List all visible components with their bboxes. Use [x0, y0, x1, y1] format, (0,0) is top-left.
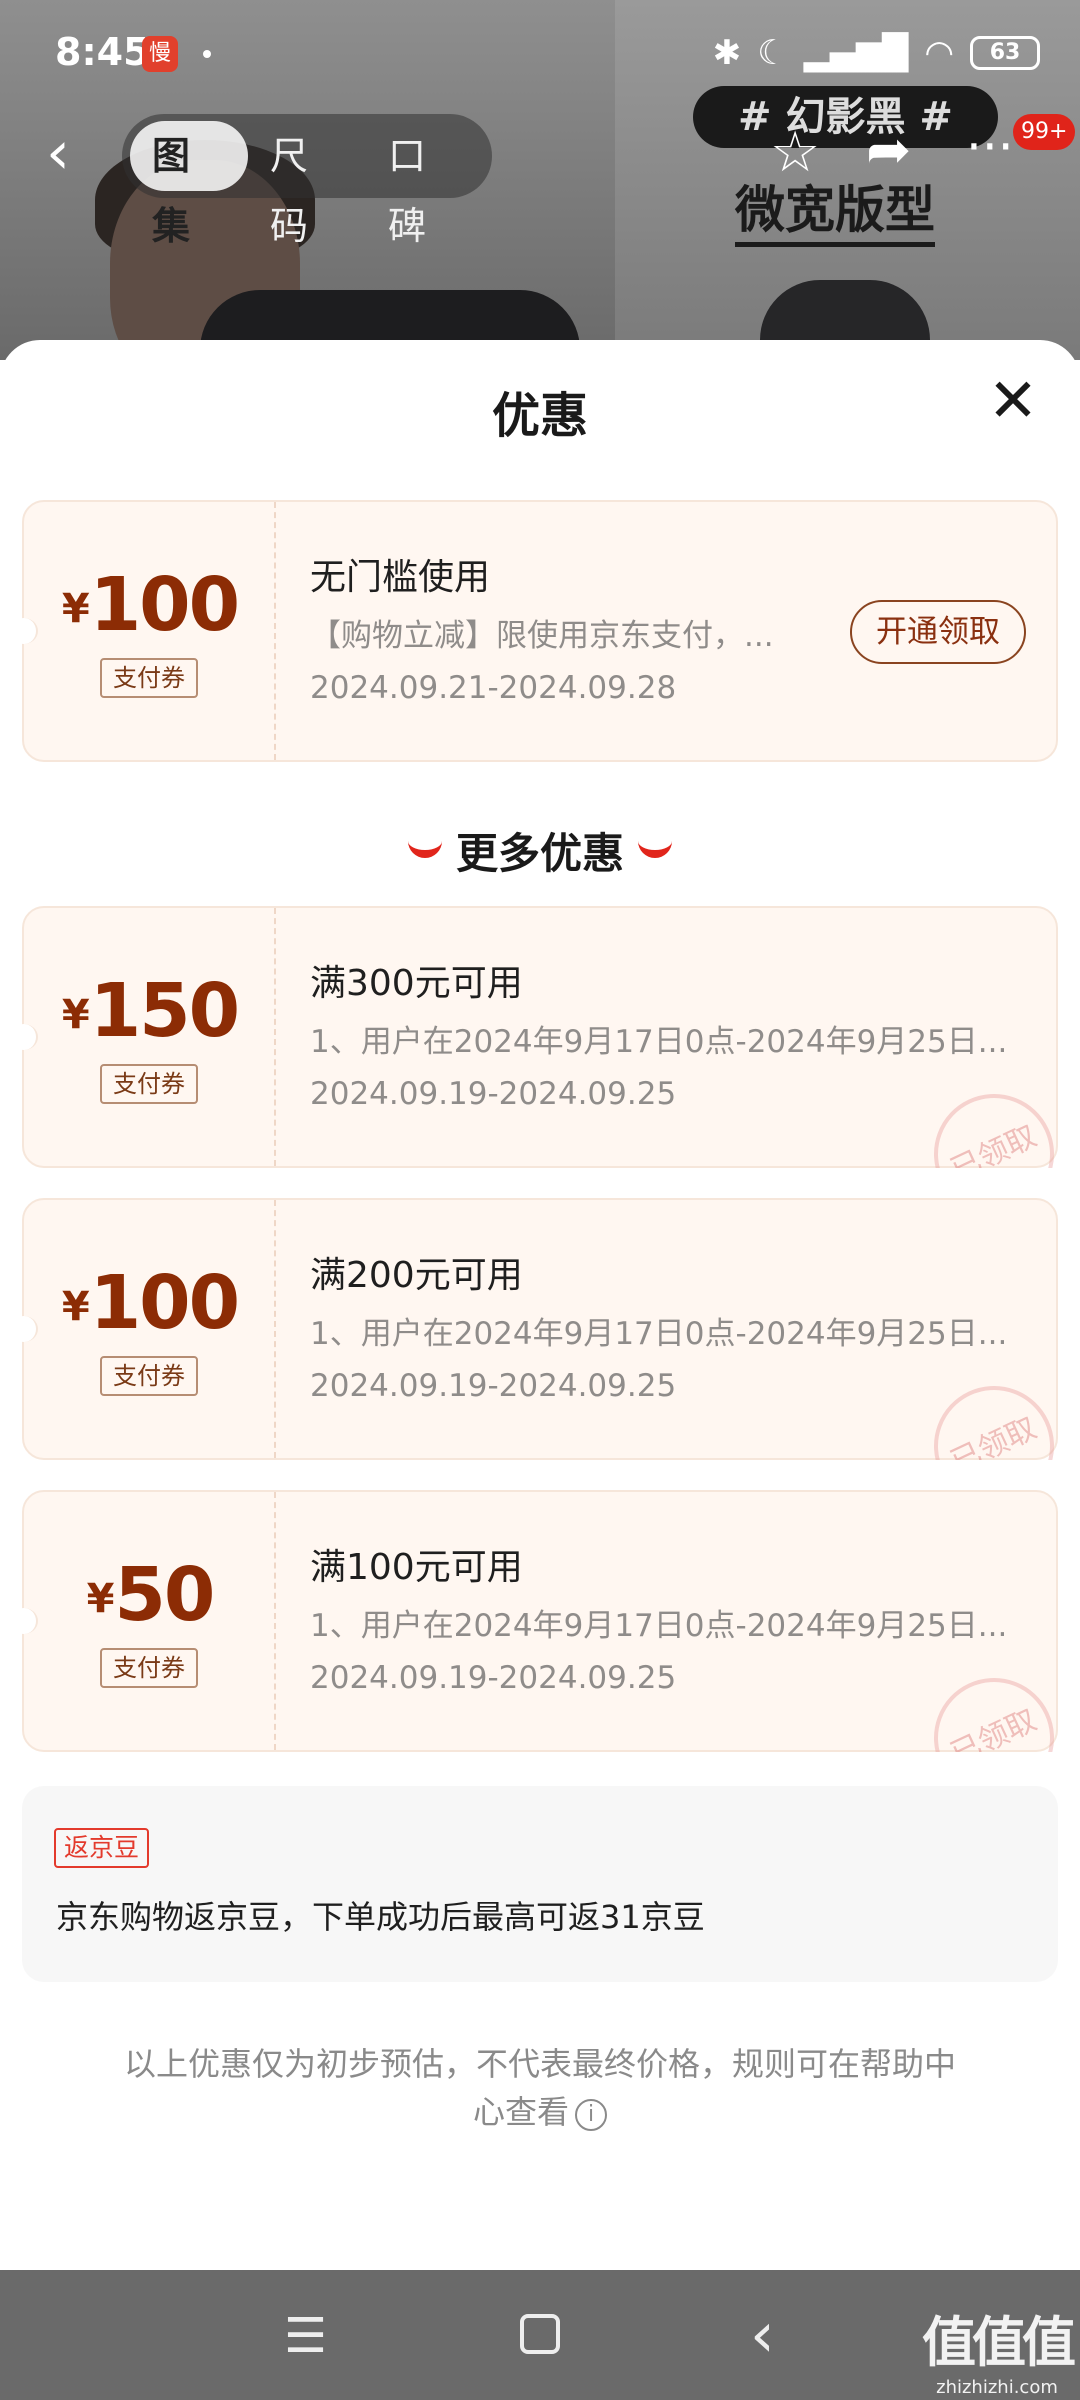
coupon-amount-section: ¥100 支付券 — [24, 1200, 276, 1458]
coupon-type-tag: 支付券 — [100, 1648, 198, 1688]
disclaimer-text: 以上优惠仅为初步预估，不代表最终价格，规则可在帮助中心查看 — [123, 2045, 956, 2131]
activate-claim-button[interactable]: 开通领取 — [850, 600, 1026, 664]
currency-symbol: ¥ — [61, 1284, 90, 1330]
smile-decoration-icon — [407, 840, 442, 858]
coupon-type-tag: 支付券 — [100, 1356, 198, 1396]
amount-value: 150 — [89, 968, 240, 1054]
menu-icon[interactable]: ☰ — [284, 2308, 327, 2364]
disclaimer: 以上优惠仅为初步预估，不代表最终价格，规则可在帮助中心查看 i — [120, 2040, 960, 2136]
coupon-description: 1、用户在2024年9月17日0点-2024年9月25日... — [310, 1608, 1008, 1644]
app-notification-icon: 慢 — [142, 36, 178, 72]
watermark-logo: 值值值 — [922, 2311, 1076, 2374]
amount-value: 100 — [89, 562, 240, 648]
claimed-stamp: 已领取 — [924, 1662, 1060, 1752]
coupon-amount-section: ¥150 支付券 — [24, 908, 276, 1166]
coupon-title: 满100元可用 — [310, 1547, 523, 1588]
currency-symbol: ¥ — [61, 586, 90, 632]
message-count-badge: 99+ — [1013, 114, 1076, 150]
amount-value: 50 — [114, 1552, 215, 1638]
share-icon[interactable]: ➦ — [866, 118, 911, 181]
coupon-description: 1、用户在2024年9月17日0点-2024年9月25日... — [310, 1316, 1008, 1352]
product-fit-label: 微宽版型 — [735, 170, 935, 247]
wifi-icon: ◠ — [924, 33, 954, 73]
claimed-stamp: 已领取 — [924, 1078, 1060, 1168]
coupon-type-tag: 支付券 — [100, 658, 198, 698]
moon-icon: ☾ — [757, 33, 788, 73]
discount-sheet: 优惠 ✕ ¥100 支付券 无门槛使用 【购物立减】限使用京东支付，... 20… — [0, 340, 1080, 2270]
notification-dot — [203, 50, 211, 58]
coupon-validity: 2024.09.19-2024.09.25 — [310, 1660, 677, 1696]
coupon-card[interactable]: ¥50 支付券 满100元可用 1、用户在2024年9月17日0点-2024年9… — [10, 1490, 1060, 1752]
more-offers-title: 更多优惠 — [455, 829, 624, 878]
status-icons: ✱ ☾ ▂▄▆█ ◠ 63 — [713, 28, 1040, 78]
star-icon[interactable]: ☆ — [770, 120, 820, 185]
coupon-title: 满200元可用 — [310, 1255, 523, 1296]
jingdou-rebate-box: 返京豆 京东购物返京豆，下单成功后最高可返31京豆 — [22, 1786, 1058, 1982]
coupon-amount: ¥50 — [24, 1552, 276, 1638]
site-watermark: 值值值 zhizhizhi.com — [922, 2298, 1076, 2398]
coupon-description: 【购物立减】限使用京东支付，... — [310, 618, 774, 654]
back-arrow-icon[interactable]: ‹ — [46, 118, 70, 188]
close-icon[interactable]: ✕ — [982, 370, 1044, 432]
coupon-card[interactable]: ¥100 支付券 满200元可用 1、用户在2024年9月17日0点-2024年… — [10, 1198, 1060, 1460]
coupon-amount-section: ¥100 支付券 — [24, 502, 276, 760]
coupon-description: 1、用户在2024年9月17日0点-2024年9月25日... — [310, 1024, 1008, 1060]
product-color-hashtag: # 幻影黑 # — [693, 86, 998, 148]
claimed-stamp-text: 已领取 — [924, 1078, 1060, 1168]
coupon-validity: 2024.09.19-2024.09.25 — [310, 1076, 677, 1112]
info-icon[interactable]: i — [575, 2099, 607, 2131]
coupon-validity: 2024.09.21-2024.09.28 — [310, 670, 677, 706]
claimed-stamp: 已领取 — [924, 1370, 1060, 1460]
coupon-card-main: ¥100 支付券 无门槛使用 【购物立减】限使用京东支付，... 2024.09… — [10, 500, 1058, 762]
battery-icon: 63 — [970, 36, 1040, 70]
tab-reviews[interactable]: 口碑 — [366, 121, 484, 248]
status-time: 8:45 — [55, 30, 150, 74]
coupon-amount: ¥150 — [24, 968, 276, 1054]
coupon-title: 满300元可用 — [310, 963, 523, 1004]
system-navigation-bar: ☰ ‹ 值值值 zhizhizhi.com — [0, 2270, 1080, 2400]
coupon-type-tag: 支付券 — [100, 1064, 198, 1104]
amount-value: 100 — [89, 1260, 240, 1346]
more-icon[interactable]: ··· — [966, 118, 1014, 176]
more-offers-header: 更多优惠 — [0, 820, 1080, 881]
currency-symbol: ¥ — [86, 1576, 115, 1622]
coupon-title: 无门槛使用 — [310, 557, 491, 598]
coupon-amount: ¥100 — [24, 562, 276, 648]
sheet-title: 优惠 — [491, 388, 588, 444]
signal-icon: ▂▄▆█ — [803, 33, 909, 73]
currency-symbol: ¥ — [61, 992, 90, 1038]
rebate-tag: 返京豆 — [54, 1828, 150, 1868]
claimed-stamp-text: 已领取 — [924, 1370, 1060, 1460]
coupon-amount-section: ¥50 支付券 — [24, 1492, 276, 1750]
coupon-validity: 2024.09.19-2024.09.25 — [310, 1368, 677, 1404]
coupon-amount: ¥100 — [24, 1260, 276, 1346]
rebate-text: 京东购物返京豆，下单成功后最高可返31京豆 — [56, 1898, 705, 1936]
bluetooth-icon: ✱ — [712, 33, 742, 73]
smile-decoration-icon — [638, 840, 672, 858]
gallery-tabs: 图集 尺码 口碑 — [122, 114, 492, 248]
claimed-stamp-text: 已领取 — [924, 1662, 1060, 1752]
coupon-card[interactable]: ¥150 支付券 满300元可用 1、用户在2024年9月17日0点-2024年… — [10, 906, 1060, 1168]
tab-gallery[interactable]: 图集 — [130, 121, 248, 248]
watermark-url: zhizhizhi.com — [936, 2377, 1058, 2398]
home-icon[interactable] — [520, 2314, 560, 2354]
tab-size[interactable]: 尺码 — [248, 121, 366, 248]
back-icon[interactable]: ‹ — [750, 2298, 775, 2371]
